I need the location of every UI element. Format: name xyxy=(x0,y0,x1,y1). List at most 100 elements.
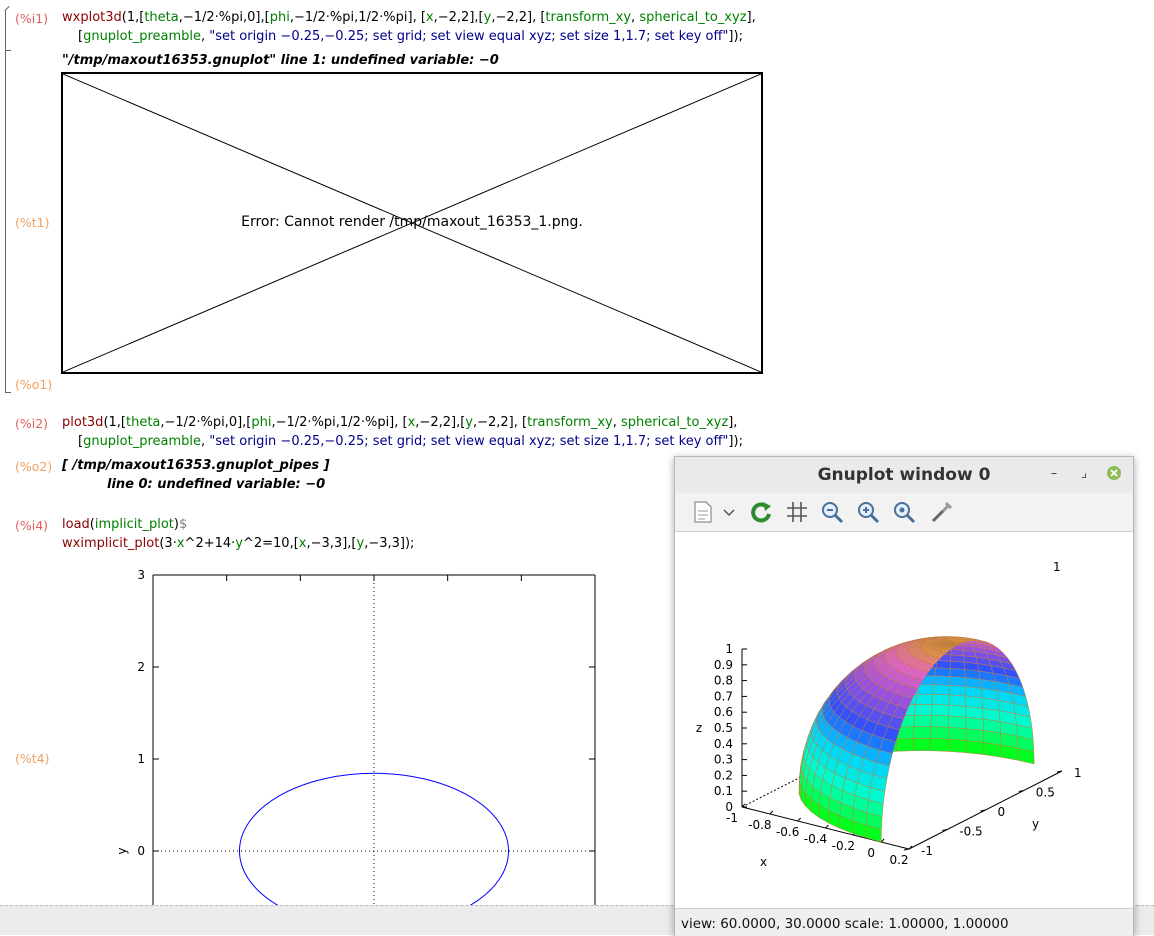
input-line-i4-2[interactable]: wximplicit_plot(3·x^2+14·y^2=10,[x,−3,3]… xyxy=(62,536,414,551)
window-titlebar[interactable]: Gnuplot window 0 – ⌟ xyxy=(675,457,1133,493)
surface-patch xyxy=(932,704,949,716)
code-text: ,−3,3]); xyxy=(364,536,414,551)
surface-patch xyxy=(950,668,965,677)
input-line-i1-1[interactable]: wxplot3d(1,[theta,−1/2·%pi,0],[phi,−1/2·… xyxy=(62,10,756,25)
surface-plot[interactable]: 110.90.80.70.60.50.40.30.20.10z-1-0.8-0.… xyxy=(675,531,1133,908)
z-tick-label: 0.8 xyxy=(714,674,733,688)
surface-patch xyxy=(914,727,932,739)
code-variable: theta xyxy=(126,415,160,430)
input-line-i1-2[interactable]: [gnuplot_preamble, "set origin −0.25,−0.… xyxy=(78,29,743,44)
code-text: , xyxy=(613,415,621,430)
input-line-i2-2[interactable]: [gnuplot_preamble, "set origin −0.25,−0.… xyxy=(78,434,743,449)
code-variable: phi xyxy=(251,415,271,430)
z-axis-label: z xyxy=(696,721,702,735)
code-variable: y xyxy=(235,536,243,551)
dropdown-icon[interactable] xyxy=(721,499,737,525)
surface-patch xyxy=(913,738,930,750)
settings-icon[interactable] xyxy=(927,499,955,525)
y-tick-label: 2 xyxy=(137,660,145,674)
surface-patch xyxy=(966,740,984,754)
surface-patch xyxy=(949,685,966,696)
code-text: ,−1/2·%pi,1/2·%pi], [ xyxy=(271,415,407,430)
input-label-i1: (%i1) xyxy=(15,11,48,26)
code-variable: x xyxy=(299,536,307,551)
x-tick-label: -0.2 xyxy=(832,839,855,853)
output-o2-line2: line 0: undefined variable: −0 xyxy=(107,477,325,492)
close-icon[interactable] xyxy=(1105,465,1123,483)
input-line-i4-1[interactable]: load(implicit_plot)$ xyxy=(62,517,187,532)
corner-label: 1 xyxy=(1053,560,1061,574)
grid-icon[interactable] xyxy=(783,499,811,525)
code-function: wximplicit_plot xyxy=(62,536,159,551)
code-variable: spherical_to_xyz xyxy=(621,415,728,430)
x-tick-label: -1 xyxy=(726,811,738,825)
x-tick xyxy=(798,818,801,821)
broken-image-placeholder: Error: Cannot render /tmp/maxout_16353_1… xyxy=(61,72,763,374)
implicit-plot: 3210y xyxy=(100,560,620,905)
output-label-o2: (%o2) xyxy=(15,459,52,474)
code-variable: y xyxy=(465,415,473,430)
x-tick-label: -0.8 xyxy=(748,818,771,832)
surface-patch xyxy=(915,704,932,715)
input-line-i2-1[interactable]: plot3d(1,[theta,−1/2·%pi,0],[phi,−1/2·%p… xyxy=(62,415,737,430)
minimize-icon[interactable]: – xyxy=(1045,465,1063,483)
surface-patch xyxy=(951,655,965,662)
view-status-text: view: 60.0000, 30.0000 scale: 1.00000, 1… xyxy=(681,916,1009,932)
surface-patch xyxy=(949,705,966,717)
y-tick-label: -1 xyxy=(921,844,933,858)
code-text: ,−1/2·%pi,0],[ xyxy=(179,10,270,25)
code-terminator: $ xyxy=(179,517,187,532)
z-tick-label: 0.9 xyxy=(714,658,733,672)
code-text: ]); xyxy=(728,434,743,449)
z-tick-label: 0.2 xyxy=(714,768,733,782)
y-tick-label: 0 xyxy=(137,844,145,858)
surface-patch xyxy=(966,717,984,730)
zoom-in-icon[interactable] xyxy=(855,499,883,525)
y-axis-label: y xyxy=(115,847,129,854)
z-tick-label: 0.1 xyxy=(714,784,733,798)
code-text: ]); xyxy=(728,29,743,44)
surface-patch xyxy=(933,685,950,695)
code-text: (1,[ xyxy=(122,10,145,25)
zoom-out-icon[interactable] xyxy=(819,499,847,525)
code-text: (3· xyxy=(159,536,176,551)
y-tick-label: 3 xyxy=(137,568,145,582)
gnuplot-window[interactable]: Gnuplot window 0 – ⌟ 110.90. xyxy=(674,456,1134,936)
code-function: wxplot3d xyxy=(62,10,122,25)
surface-patch xyxy=(950,661,964,669)
z-tick-label: 0.6 xyxy=(714,705,733,719)
code-text: ^2=10,[ xyxy=(243,536,299,551)
code-text: ,−2,2], [ xyxy=(473,415,527,430)
z-tick-label: 0.7 xyxy=(714,689,733,703)
surface-patch xyxy=(932,694,949,705)
surface-patch xyxy=(948,727,966,740)
code-function: plot3d xyxy=(62,415,103,430)
code-text: (1,[ xyxy=(103,415,126,430)
code-variable: x xyxy=(177,536,185,551)
code-function: load xyxy=(62,517,90,532)
surface-patch xyxy=(949,676,965,686)
code-variable: phi xyxy=(270,10,290,25)
render-error-text: Error: Cannot render /tmp/maxout_16353_1… xyxy=(63,214,761,230)
replot-icon[interactable] xyxy=(747,499,775,525)
zoom-fit-icon[interactable] xyxy=(891,499,919,525)
surface-patch xyxy=(931,715,949,727)
code-text: ], xyxy=(747,10,756,25)
code-variable: transform_xy xyxy=(527,415,613,430)
x-axis-label: x xyxy=(760,855,767,869)
y-axis-label: y xyxy=(1032,817,1039,831)
window-title: Gnuplot window 0 xyxy=(675,465,1133,485)
code-variable: gnuplot_preamble xyxy=(83,434,201,449)
copy-icon[interactable] xyxy=(689,499,717,525)
surface-patch xyxy=(916,694,933,704)
z-tick-label: 0.4 xyxy=(714,737,733,751)
output-label-t4: (%t4) xyxy=(15,751,50,766)
surface-patch xyxy=(914,715,932,726)
restore-icon[interactable]: ⌟ xyxy=(1075,465,1093,483)
cell-bracket-i1[interactable] xyxy=(5,10,14,392)
x-tick-label: 0 xyxy=(867,846,875,860)
surface-patch xyxy=(948,739,966,753)
y-tick xyxy=(904,849,909,850)
x-tick xyxy=(826,825,829,828)
surface-patch xyxy=(949,695,966,707)
